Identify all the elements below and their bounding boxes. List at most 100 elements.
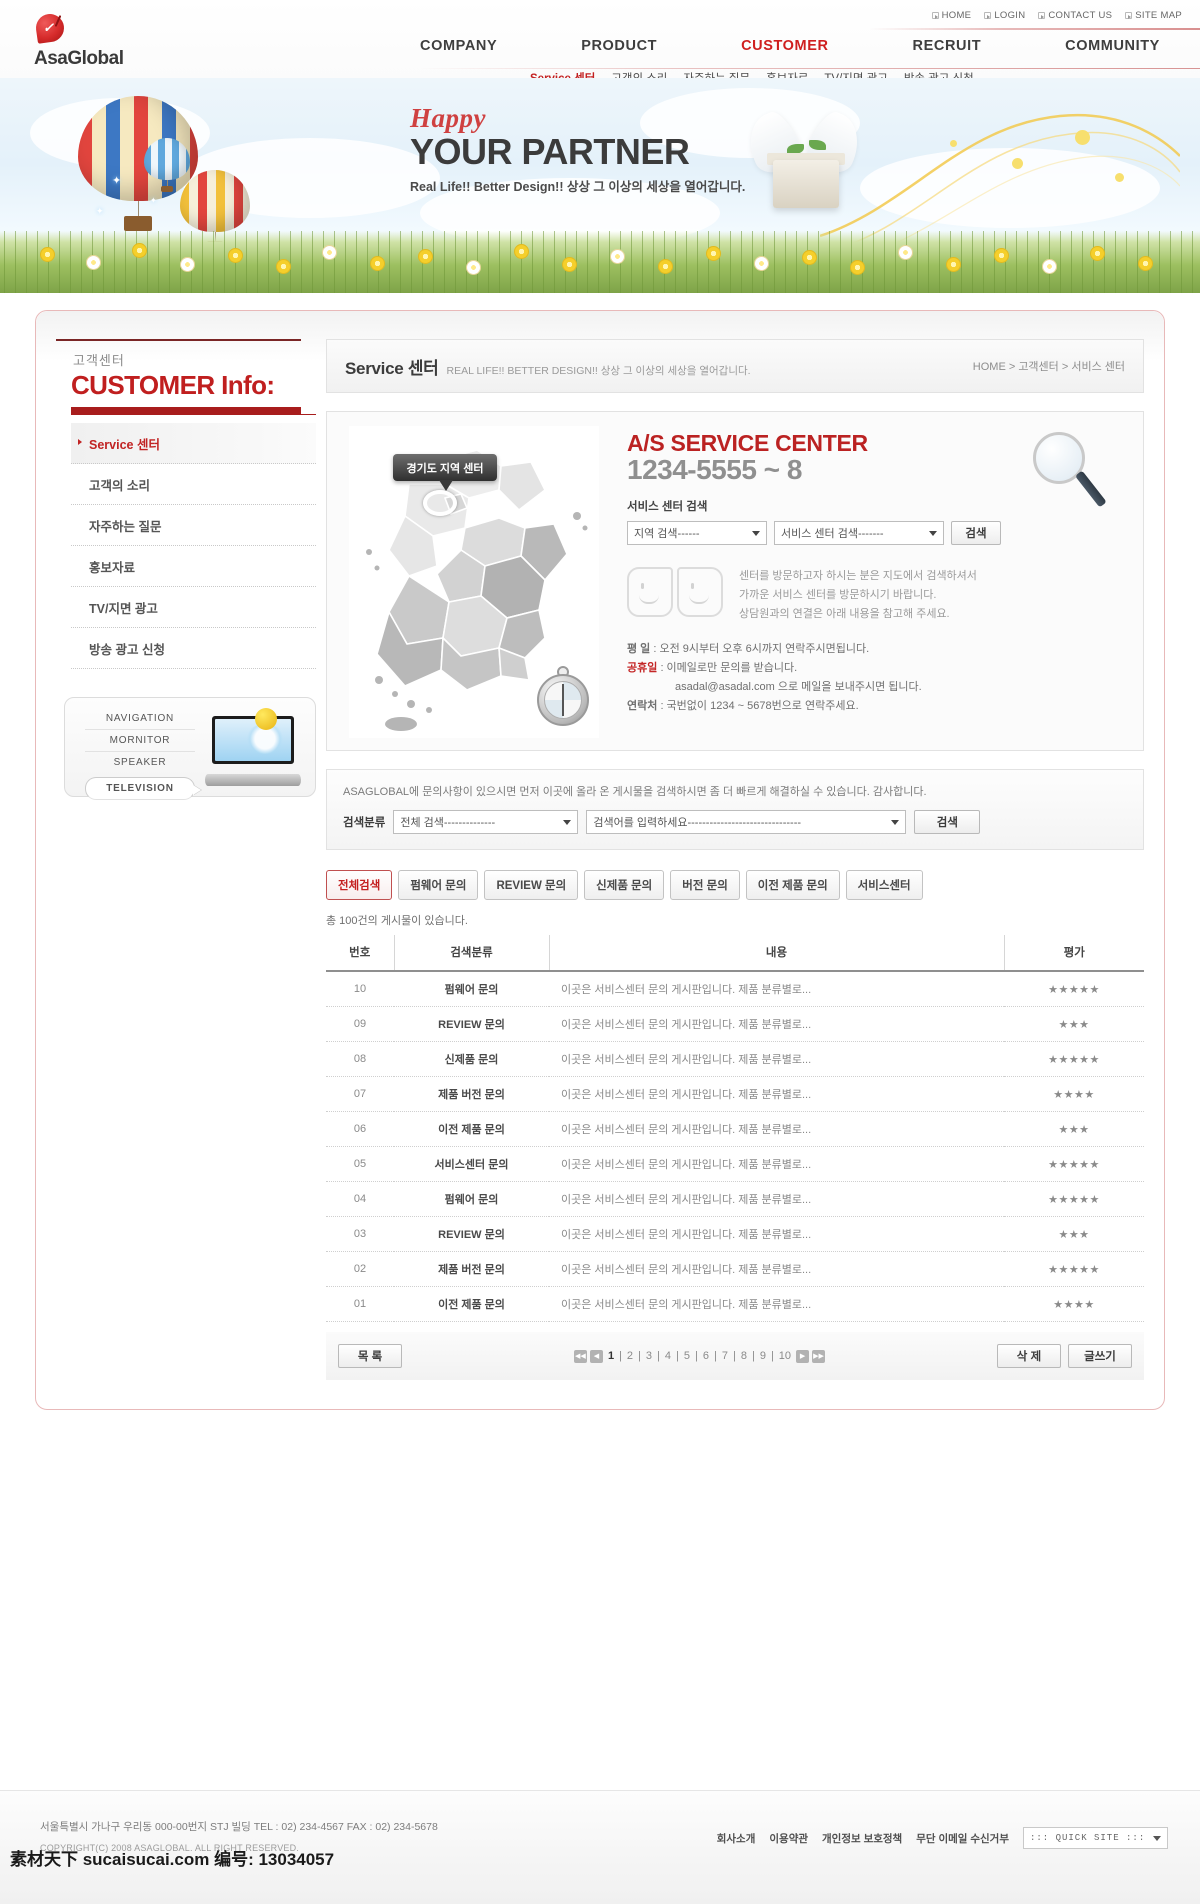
nav-customer[interactable]: CUSTOMER bbox=[741, 38, 829, 54]
page-6[interactable]: 6 bbox=[701, 1350, 711, 1362]
table-row[interactable]: 01 이전 제품 문의 이곳은 서비스센터 문의 게시판입니다. 제품 분류별로… bbox=[326, 1286, 1144, 1322]
page-7[interactable]: 7 bbox=[720, 1350, 730, 1362]
logo[interactable]: ✓ AsaGlobal bbox=[34, 12, 194, 70]
quick-site-select[interactable]: ::: QUICK SITE ::: bbox=[1023, 1827, 1168, 1849]
as-center-note: 센터를 방문하고자 하시는 분은 지도에서 검색하셔서 가까운 서비스 센터를 … bbox=[627, 567, 1127, 624]
row-body[interactable]: 이곳은 서비스센터 문의 게시판입니다. 제품 분류별로... bbox=[549, 1181, 1004, 1217]
row-body[interactable]: 이곳은 서비스센터 문의 게시판입니다. 제품 분류별로... bbox=[549, 1216, 1004, 1252]
row-body[interactable]: 이곳은 서비스센터 문의 게시판입니다. 제품 분류별로... bbox=[549, 971, 1004, 1007]
bullet-icon bbox=[984, 12, 992, 19]
tab-previous-product[interactable]: 이전 제품 문의 bbox=[745, 870, 840, 900]
table-row[interactable]: 03 REVIEW 문의 이곳은 서비스센터 문의 게시판입니다. 제품 분류별… bbox=[326, 1216, 1144, 1252]
row-body[interactable]: 이곳은 서비스센터 문의 게시판입니다. 제품 분류별로... bbox=[549, 1286, 1004, 1322]
utility-link-sitemap[interactable]: SITE MAP bbox=[1125, 10, 1182, 21]
sidebar-item-tv-ads[interactable]: TV/지면 광고 bbox=[71, 587, 316, 628]
sidebar-item-voice[interactable]: 고객의 소리 bbox=[71, 464, 316, 505]
nav-recruit[interactable]: RECRUIT bbox=[913, 38, 982, 54]
footer-link-no-spam[interactable]: 무단 이메일 수신거부 bbox=[916, 1831, 1009, 1846]
page-8[interactable]: 8 bbox=[739, 1350, 749, 1362]
promo-item-speaker[interactable]: SPEAKER bbox=[85, 752, 195, 773]
board-search-button[interactable]: 검색 bbox=[914, 810, 981, 834]
tab-service-center[interactable]: 서비스센터 bbox=[845, 870, 923, 900]
content-panel: 고객센터 CUSTOMER Info: Service 센터 고객의 소리 자주… bbox=[35, 310, 1165, 1410]
last-page-icon[interactable]: ▶▶ bbox=[812, 1349, 826, 1363]
footer-address: 서울특별시 가나구 우리동 000-00번지 STJ 빌딩 TEL : 02) … bbox=[40, 1821, 438, 1833]
tab-all[interactable]: 전체검색 bbox=[326, 870, 393, 900]
table-row[interactable]: 07 제품 버전 문의 이곳은 서비스센터 문의 게시판입니다. 제품 분류별로… bbox=[326, 1076, 1144, 1112]
pager: 목 록 ◀◀ ◀ 1 | 2 | 3 | 4 | 5 | 6 | 7 | 8 | 9 | 10 ▶… bbox=[326, 1332, 1144, 1380]
tab-version[interactable]: 버전 문의 bbox=[670, 870, 740, 900]
row-body[interactable]: 이곳은 서비스센터 문의 게시판입니다. 제품 분류별로... bbox=[549, 1076, 1004, 1112]
row-no: 05 bbox=[326, 1146, 394, 1182]
row-body[interactable]: 이곳은 서비스센터 문의 게시판입니다. 제품 분류별로... bbox=[549, 1006, 1004, 1042]
table-row[interactable]: 09 REVIEW 문의 이곳은 서비스센터 문의 게시판입니다. 제품 분류별… bbox=[326, 1006, 1144, 1042]
write-button[interactable]: 글쓰기 bbox=[1067, 1344, 1132, 1368]
promo-item-mornitor[interactable]: MORNITOR bbox=[85, 730, 195, 752]
utility-link-home[interactable]: HOME bbox=[931, 10, 972, 21]
next-page-icon[interactable]: ▶ bbox=[796, 1349, 810, 1363]
row-category: 제품 버전 문의 bbox=[394, 1076, 549, 1112]
utility-link-login[interactable]: LOGIN bbox=[984, 10, 1025, 21]
sidebar-item-faq[interactable]: 자주하는 질문 bbox=[71, 505, 316, 546]
board-keyword-select[interactable]: 검색어를 입력하세요------------------------------… bbox=[586, 810, 907, 834]
sidebar-promo-box[interactable]: NAVIGATION MORNITOR SPEAKER TELEVISION bbox=[64, 697, 316, 800]
page-5[interactable]: 5 bbox=[682, 1350, 692, 1362]
row-body[interactable]: 이곳은 서비스센터 문의 게시판입니다. 제품 분류별로... bbox=[549, 1146, 1004, 1182]
row-body[interactable]: 이곳은 서비스센터 문의 게시판입니다. 제품 분류별로... bbox=[549, 1111, 1004, 1147]
row-stars: ★★★★★ bbox=[1004, 1146, 1144, 1182]
region-select[interactable]: 지역 검색------ bbox=[627, 521, 767, 545]
row-category: 서비스센터 문의 bbox=[394, 1146, 549, 1182]
footer-link-privacy[interactable]: 개인정보 보호정책 bbox=[822, 1831, 902, 1846]
tab-review[interactable]: REVIEW 문의 bbox=[484, 870, 579, 900]
chevron-down-icon bbox=[752, 530, 760, 536]
row-body[interactable]: 이곳은 서비스센터 문의 게시판입니다. 제품 분류별로... bbox=[549, 1041, 1004, 1077]
page-10[interactable]: 10 bbox=[777, 1350, 793, 1362]
page-1[interactable]: 1 bbox=[606, 1350, 616, 1362]
page-9[interactable]: 9 bbox=[758, 1350, 768, 1362]
footer-link-terms[interactable]: 이용약관 bbox=[769, 1831, 808, 1846]
table-row[interactable]: 02 제품 버전 문의 이곳은 서비스센터 문의 게시판입니다. 제품 분류별로… bbox=[326, 1251, 1144, 1287]
row-category: 이전 제품 문의 bbox=[394, 1111, 549, 1147]
table-row[interactable]: 10 펌웨어 문의 이곳은 서비스센터 문의 게시판입니다. 제품 분류별로..… bbox=[326, 971, 1144, 1007]
list-button[interactable]: 목 록 bbox=[338, 1344, 402, 1368]
delete-button[interactable]: 삭 제 bbox=[996, 1344, 1061, 1368]
promo-item-television[interactable]: TELEVISION bbox=[85, 777, 195, 800]
table-row[interactable]: 08 신제품 문의 이곳은 서비스센터 문의 게시판입니다. 제품 분류별로..… bbox=[326, 1041, 1144, 1077]
korea-map[interactable]: 경기도 지역 센터 bbox=[349, 426, 599, 738]
subnav-divider-top bbox=[420, 68, 1200, 69]
page-3[interactable]: 3 bbox=[644, 1350, 654, 1362]
nav-community[interactable]: COMMUNITY bbox=[1065, 38, 1160, 54]
table-header-row: 번호 검색분류 내용 평가 bbox=[326, 935, 1144, 972]
table-row[interactable]: 06 이전 제품 문의 이곳은 서비스센터 문의 게시판입니다. 제품 분류별로… bbox=[326, 1111, 1144, 1147]
nav-product[interactable]: PRODUCT bbox=[581, 38, 657, 54]
sidebar-item-broadcast-request[interactable]: 방송 광고 신청 bbox=[71, 628, 316, 669]
promo-item-navigation[interactable]: NAVIGATION bbox=[85, 708, 195, 730]
utility-link-contact[interactable]: CONTACT US bbox=[1038, 10, 1112, 21]
nav-company[interactable]: COMPANY bbox=[420, 38, 497, 54]
center-select-value: 서비스 센터 검색------- bbox=[781, 528, 884, 540]
prev-page-icon[interactable]: ◀ bbox=[589, 1349, 603, 1363]
table-row[interactable]: 04 펌웨어 문의 이곳은 서비스센터 문의 게시판입니다. 제품 분류별로..… bbox=[326, 1181, 1144, 1217]
sidebar-item-pr[interactable]: 홍보자료 bbox=[71, 546, 316, 587]
row-no: 08 bbox=[326, 1041, 394, 1077]
tab-firmware[interactable]: 펌웨어 문의 bbox=[398, 870, 479, 900]
as-service-center-box: 경기도 지역 센터 A/S SERVICE CENTER 1234-5555 ~… bbox=[326, 411, 1144, 751]
main-navigation: COMPANY PRODUCT CUSTOMER RECRUIT COMMUNI… bbox=[420, 38, 1160, 54]
footer-link-about[interactable]: 회사소개 bbox=[717, 1831, 756, 1846]
row-body[interactable]: 이곳은 서비스센터 문의 게시판입니다. 제품 분류별로... bbox=[549, 1251, 1004, 1287]
sidebar: 고객센터 CUSTOMER Info: Service 센터 고객의 소리 자주… bbox=[56, 339, 321, 800]
first-page-icon[interactable]: ◀◀ bbox=[573, 1349, 587, 1363]
page-4[interactable]: 4 bbox=[663, 1350, 673, 1362]
row-category: 이전 제품 문의 bbox=[394, 1286, 549, 1322]
table-row[interactable]: 05 서비스센터 문의 이곳은 서비스센터 문의 게시판입니다. 제품 분류별로… bbox=[326, 1146, 1144, 1182]
board-category-select[interactable]: 전체 검색-------------- bbox=[393, 810, 579, 834]
col-category: 검색분류 bbox=[393, 935, 549, 972]
center-select[interactable]: 서비스 센터 검색------- bbox=[774, 521, 944, 545]
page-2[interactable]: 2 bbox=[625, 1350, 635, 1362]
banner-happy: Happy bbox=[410, 103, 486, 133]
tab-new-product[interactable]: 신제품 문의 bbox=[584, 870, 665, 900]
bullet-icon bbox=[1038, 12, 1046, 19]
top-bar: HOME LOGIN CONTACT US SITE MAP ✓ AsaGlob… bbox=[0, 0, 1200, 94]
as-center-search-button[interactable]: 검색 bbox=[951, 521, 1001, 545]
sidebar-item-service-center[interactable]: Service 센터 bbox=[71, 423, 316, 464]
